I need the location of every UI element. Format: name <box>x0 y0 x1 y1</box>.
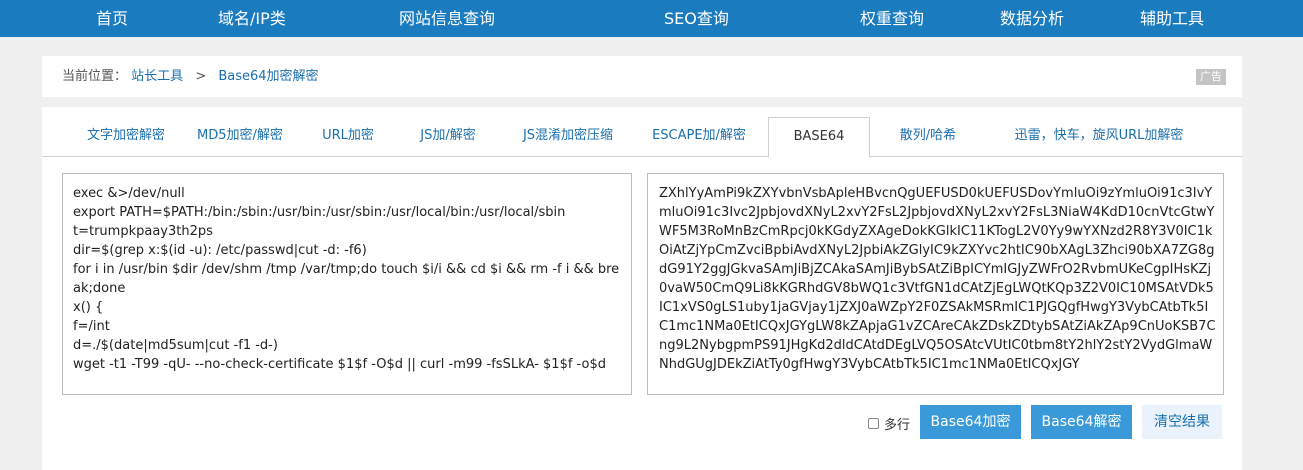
tab-base64[interactable]: BASE64 <box>768 117 870 158</box>
breadcrumb-separator: > <box>195 69 207 84</box>
breadcrumb-label: 当前位置： <box>62 69 128 84</box>
top-navigation: 首页 域名/IP类 网站信息查询 SEO查询 权重查询 数据分析 辅助工具 <box>0 0 1303 37</box>
nav-site-info[interactable]: 网站信息查询 <box>399 0 495 37</box>
clear-results-button[interactable]: 清空结果 <box>1142 405 1222 439</box>
multiline-option[interactable]: 多行 <box>868 413 910 433</box>
tab-thunder-url[interactable]: 迅雷，快车，旋风URL加解密 <box>980 117 1218 157</box>
tab-escape[interactable]: ESCAPE加/解密 <box>642 117 756 157</box>
tab-js[interactable]: JS加/解密 <box>402 117 494 157</box>
nav-seo[interactable]: SEO查询 <box>664 0 729 37</box>
tool-tabs: 文字加密解密 MD5加密/解密 URL加密 JS加/解密 JS混淆加密压缩 ES… <box>42 117 1242 158</box>
nav-weight[interactable]: 权重查询 <box>860 0 924 37</box>
base64-encode-button[interactable]: Base64加密 <box>920 405 1021 439</box>
output-textarea[interactable]: ZXhlYyAmPi9kZXYvbnVsbApleHBvcnQgUEFUSD0k… <box>647 173 1224 395</box>
tab-md5[interactable]: MD5加密/解密 <box>188 117 292 157</box>
multiline-label: 多行 <box>884 417 911 433</box>
breadcrumb-link-tools[interactable]: 站长工具 <box>131 69 183 84</box>
tab-hash[interactable]: 散列/哈希 <box>878 117 978 157</box>
tab-js-obfuscate[interactable]: JS混淆加密压缩 <box>508 117 628 157</box>
ad-badge[interactable]: 广告 <box>1196 69 1226 85</box>
breadcrumb: 当前位置： 站长工具 > Base64加密解密 <box>62 56 319 97</box>
nav-data-analysis[interactable]: 数据分析 <box>1000 0 1064 37</box>
tab-text-encrypt[interactable]: 文字加密解密 <box>64 117 188 157</box>
base64-decode-button[interactable]: Base64解密 <box>1031 405 1132 439</box>
nav-home[interactable]: 首页 <box>96 0 128 37</box>
breadcrumb-link-base64[interactable]: Base64加密解密 <box>218 69 318 84</box>
tab-url[interactable]: URL加密 <box>306 117 390 157</box>
input-textarea[interactable]: exec &>/dev/null export PATH=$PATH:/bin:… <box>62 173 632 395</box>
breadcrumb-bar: 当前位置： 站长工具 > Base64加密解密 广告 <box>42 56 1242 97</box>
multiline-checkbox[interactable] <box>868 417 879 429</box>
nav-tools[interactable]: 辅助工具 <box>1140 0 1204 37</box>
main-panel: 文字加密解密 MD5加密/解密 URL加密 JS加/解密 JS混淆加密压缩 ES… <box>42 107 1242 470</box>
nav-domain-ip[interactable]: 域名/IP类 <box>218 0 286 37</box>
